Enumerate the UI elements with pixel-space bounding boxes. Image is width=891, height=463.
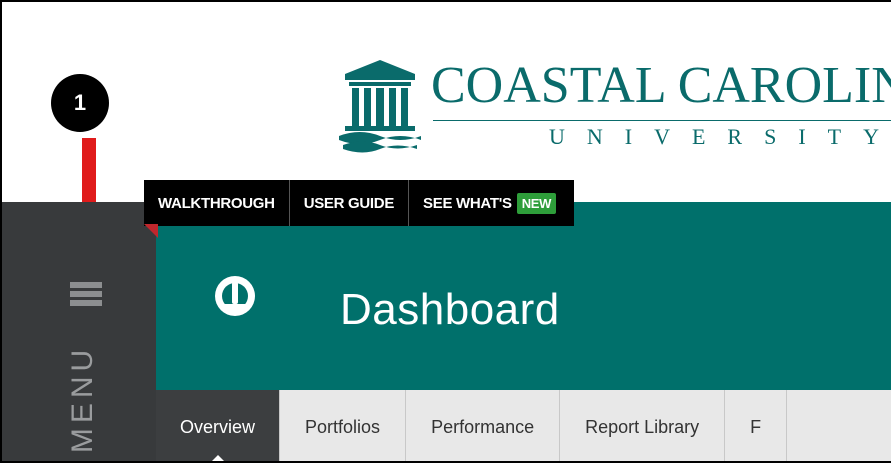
logo-divider: [433, 120, 891, 121]
university-logo[interactable]: COASTAL CAROLINA UNIVERSITY: [335, 54, 891, 164]
logo-subtitle: UNIVERSITY: [549, 124, 891, 149]
page-header: Dashboard: [156, 202, 891, 390]
user-guide-label: USER GUIDE: [303, 194, 395, 212]
tab-report-library[interactable]: Report Library: [560, 390, 726, 461]
whats-new-link[interactable]: SEE WHAT'S NEW: [409, 180, 574, 226]
gauge-icon: [215, 276, 255, 316]
hamburger-icon[interactable]: [70, 282, 102, 306]
page-title: Dashboard: [340, 285, 560, 334]
menu-label: MENU: [66, 344, 99, 454]
tab-portfolios[interactable]: Portfolios: [280, 390, 407, 461]
tab-performance[interactable]: Performance: [406, 390, 561, 461]
new-badge: NEW: [516, 192, 557, 214]
tab-bar: Overview Portfolios Performance Report L…: [156, 390, 891, 461]
walkthrough-label: WALKTHROUGH: [158, 194, 275, 212]
menu-toggle[interactable]: MENU: [58, 342, 99, 461]
whats-new-label: SEE WHAT'S: [423, 194, 512, 212]
rail-accent-marker: [144, 224, 158, 238]
lighthouse-logo-icon: [339, 60, 421, 153]
walkthrough-link[interactable]: WALKTHROUGH: [144, 180, 290, 226]
help-links-bar: WALKTHROUGH USER GUIDE SEE WHAT'S NEW: [144, 180, 575, 226]
tab-overview[interactable]: Overview: [156, 390, 281, 461]
tab-truncated[interactable]: F: [725, 390, 788, 461]
screenshot-frame: COASTAL CAROLINA UNIVERSITY 1 WALKTHROUG…: [0, 0, 891, 463]
logo-name: COASTAL CAROLINA: [431, 57, 891, 114]
user-guide-link[interactable]: USER GUIDE: [290, 180, 410, 226]
step-callout: 1: [51, 74, 109, 132]
